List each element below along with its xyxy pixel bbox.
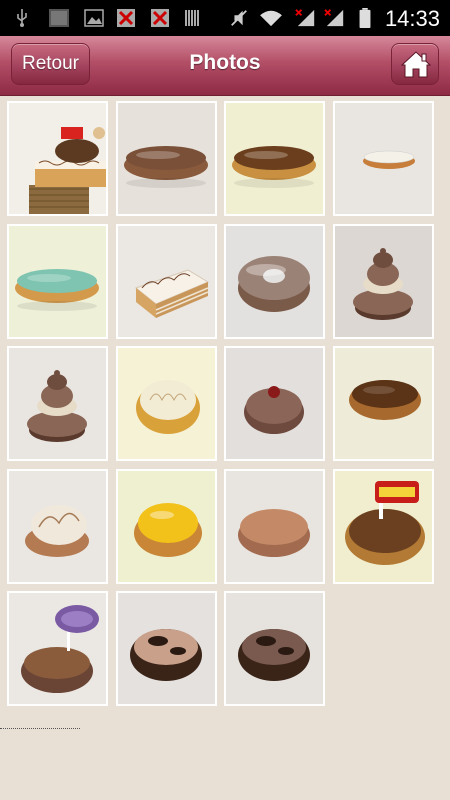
header-bar: Retour Photos: [0, 36, 450, 96]
lemon-meringue-tart-image: [9, 471, 106, 582]
chocolate-tart-caramel-image: [226, 593, 323, 704]
photo-thumbnail[interactable]: [333, 101, 434, 216]
battery-icon: [359, 8, 371, 28]
barcode-icon: [185, 10, 199, 26]
milka-tart-image: [9, 593, 106, 704]
paris-brest-image: [226, 226, 323, 337]
page-title: Photos: [189, 51, 261, 74]
cherry-chocolate-tart-image: [226, 348, 323, 459]
photo-thumbnail[interactable]: [333, 346, 434, 461]
chocolate-tart-image: [335, 348, 432, 459]
photo-thumbnail[interactable]: [116, 346, 217, 461]
status-time: 14:33: [384, 6, 440, 31]
pistachio-eclair-image: [9, 226, 106, 337]
photo-thumbnail[interactable]: [333, 469, 434, 584]
photo-thumbnail[interactable]: [116, 101, 217, 216]
home-button[interactable]: [391, 43, 439, 85]
chocolate-tart-with-sign-image: [335, 471, 432, 582]
photo-thumbnail[interactable]: [333, 224, 434, 339]
photo-thumbnail[interactable]: [116, 469, 217, 584]
photo-thumbnail[interactable]: [224, 224, 325, 339]
chocolate-tart-dark-image: [118, 593, 215, 704]
chocolate-eclair-image: [118, 103, 215, 214]
coffee-eclair-image: [226, 103, 323, 214]
photo-thumbnail[interactable]: [224, 346, 325, 461]
wifi-icon: [260, 10, 282, 27]
photo-thumbnail[interactable]: [224, 591, 325, 706]
photo-thumbnail[interactable]: [116, 224, 217, 339]
image-icon: [49, 9, 69, 27]
photo-thumbnail[interactable]: [116, 591, 217, 706]
notification-icon: [151, 9, 169, 27]
religieuse-chocolate-image: [335, 226, 432, 337]
notification-icon: [117, 9, 135, 27]
almond-tart-image: [226, 471, 323, 582]
meringue-tart-image: [118, 348, 215, 459]
status-bar: 14:33: [0, 0, 450, 36]
mute-icon: [231, 10, 247, 26]
signal-icon: [324, 9, 344, 27]
photo-thumbnail[interactable]: [7, 101, 108, 216]
religieuse-chocolate-image: [9, 348, 106, 459]
photo-thumbnail[interactable]: [224, 469, 325, 584]
photo-thumbnail[interactable]: [7, 591, 108, 706]
photo-thumbnail[interactable]: [7, 224, 108, 339]
usb-icon: [17, 9, 27, 27]
photo-thumbnail[interactable]: [224, 101, 325, 216]
lemon-tart-image: [118, 471, 215, 582]
pastry-assortment-image: [9, 103, 106, 214]
vanilla-eclair-image: [335, 103, 432, 214]
signal-icon: [295, 9, 315, 27]
photo-thumbnail[interactable]: [7, 469, 108, 584]
photo-thumbnail[interactable]: [7, 346, 108, 461]
mille-feuille-image: [118, 226, 215, 337]
divider: [0, 728, 80, 729]
gallery-icon: [84, 9, 104, 27]
home-icon: [401, 51, 431, 78]
